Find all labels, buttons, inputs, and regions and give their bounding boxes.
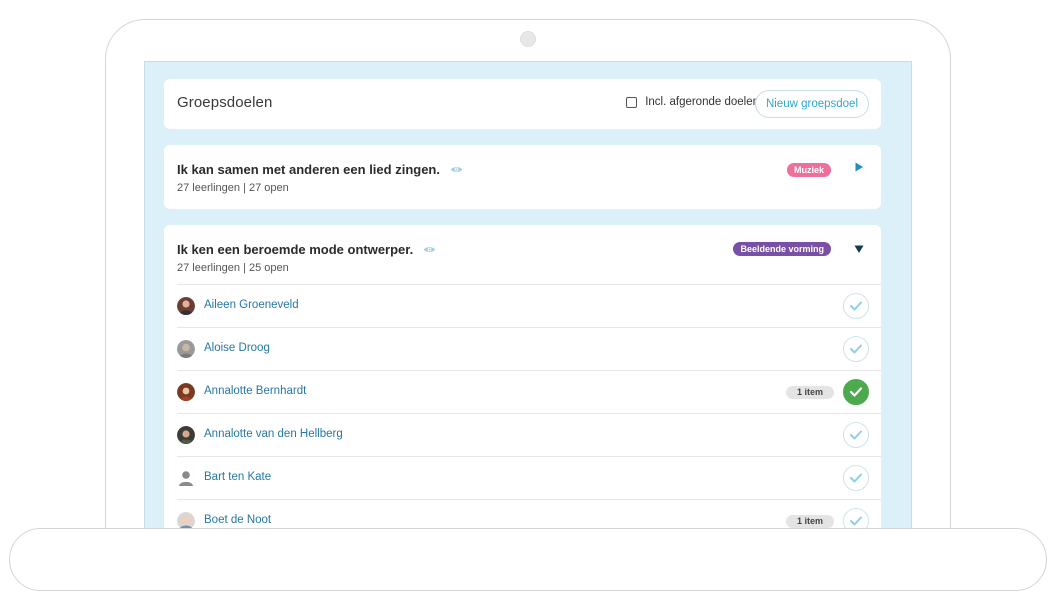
expand-triangle-icon[interactable] xyxy=(854,162,864,172)
new-group-goal-button[interactable]: Nieuw groepsdoel xyxy=(754,90,869,118)
student-name[interactable]: Boet de Noot xyxy=(204,514,271,526)
student-name[interactable]: Aloise Droog xyxy=(204,342,270,354)
student-avatar xyxy=(177,383,195,401)
camera-icon xyxy=(520,31,536,47)
goal-meta: 27 leerlingen | 27 open xyxy=(177,182,289,194)
check-icon xyxy=(850,516,862,526)
student-avatar xyxy=(177,297,195,315)
student-name[interactable]: Annalotte van den Hellberg xyxy=(204,428,343,440)
subject-tag: Muziek xyxy=(786,163,831,177)
goal-meta: 27 leerlingen | 25 open xyxy=(177,262,289,274)
check-icon xyxy=(850,473,862,483)
item-count-badge: 1 item xyxy=(785,386,834,399)
subject-tag: Beeldende vorming xyxy=(733,242,831,256)
student-name[interactable]: Aileen Groeneveld xyxy=(204,299,299,311)
student-name[interactable]: Bart ten Kate xyxy=(204,471,271,483)
app-screen: Groepsdoelen Incl. afgeronde doelen Nieu… xyxy=(144,61,912,541)
page-title: Groepsdoelen xyxy=(177,94,273,111)
person-icon xyxy=(179,471,193,486)
check-button[interactable] xyxy=(843,465,869,491)
student-row[interactable]: Annalotte van den Hellberg xyxy=(177,413,881,456)
check-button[interactable] xyxy=(843,293,869,319)
goal-card[interactable]: Ik kan samen met anderen een lied zingen… xyxy=(164,145,881,209)
check-icon xyxy=(850,387,862,397)
eye-icon[interactable] xyxy=(423,245,436,254)
goal-card[interactable]: Ik ken een beroemde mode ontwerper. 27 l… xyxy=(164,225,881,540)
student-avatar xyxy=(177,426,195,444)
goal-title: Ik kan samen met anderen een lied zingen… xyxy=(177,162,440,177)
check-button[interactable] xyxy=(843,336,869,362)
goal-title-row[interactable]: Ik ken een beroemde mode ontwerper. xyxy=(177,242,436,257)
eye-icon[interactable] xyxy=(450,165,463,174)
include-completed-checkbox[interactable] xyxy=(626,96,638,108)
goal-title-row[interactable]: Ik kan samen met anderen een lied zingen… xyxy=(177,162,463,177)
check-icon xyxy=(850,344,862,354)
item-count-badge: 1 item xyxy=(785,515,834,528)
check-icon xyxy=(850,430,862,440)
laptop-base xyxy=(9,528,1047,591)
student-name[interactable]: Annalotte Bernhardt xyxy=(204,385,306,397)
student-list: Aileen Groeneveld Aloise Droog Annalotte… xyxy=(177,284,881,540)
include-completed-toggle[interactable]: Incl. afgeronde doelen xyxy=(626,96,759,108)
student-row[interactable]: Aileen Groeneveld xyxy=(177,284,881,327)
student-row[interactable]: Bart ten Kate xyxy=(177,456,881,499)
check-button[interactable] xyxy=(843,422,869,448)
check-button[interactable] xyxy=(843,379,869,405)
header-card: Groepsdoelen Incl. afgeronde doelen Nieu… xyxy=(164,79,881,129)
student-row[interactable]: Annalotte Bernhardt 1 item xyxy=(177,370,881,413)
goal-title: Ik ken een beroemde mode ontwerper. xyxy=(177,242,414,257)
collapse-triangle-icon[interactable] xyxy=(854,244,864,254)
include-completed-label: Incl. afgeronde doelen xyxy=(645,96,759,108)
student-avatar xyxy=(177,340,195,358)
student-row[interactable]: Aloise Droog xyxy=(177,327,881,370)
check-icon xyxy=(850,301,862,311)
